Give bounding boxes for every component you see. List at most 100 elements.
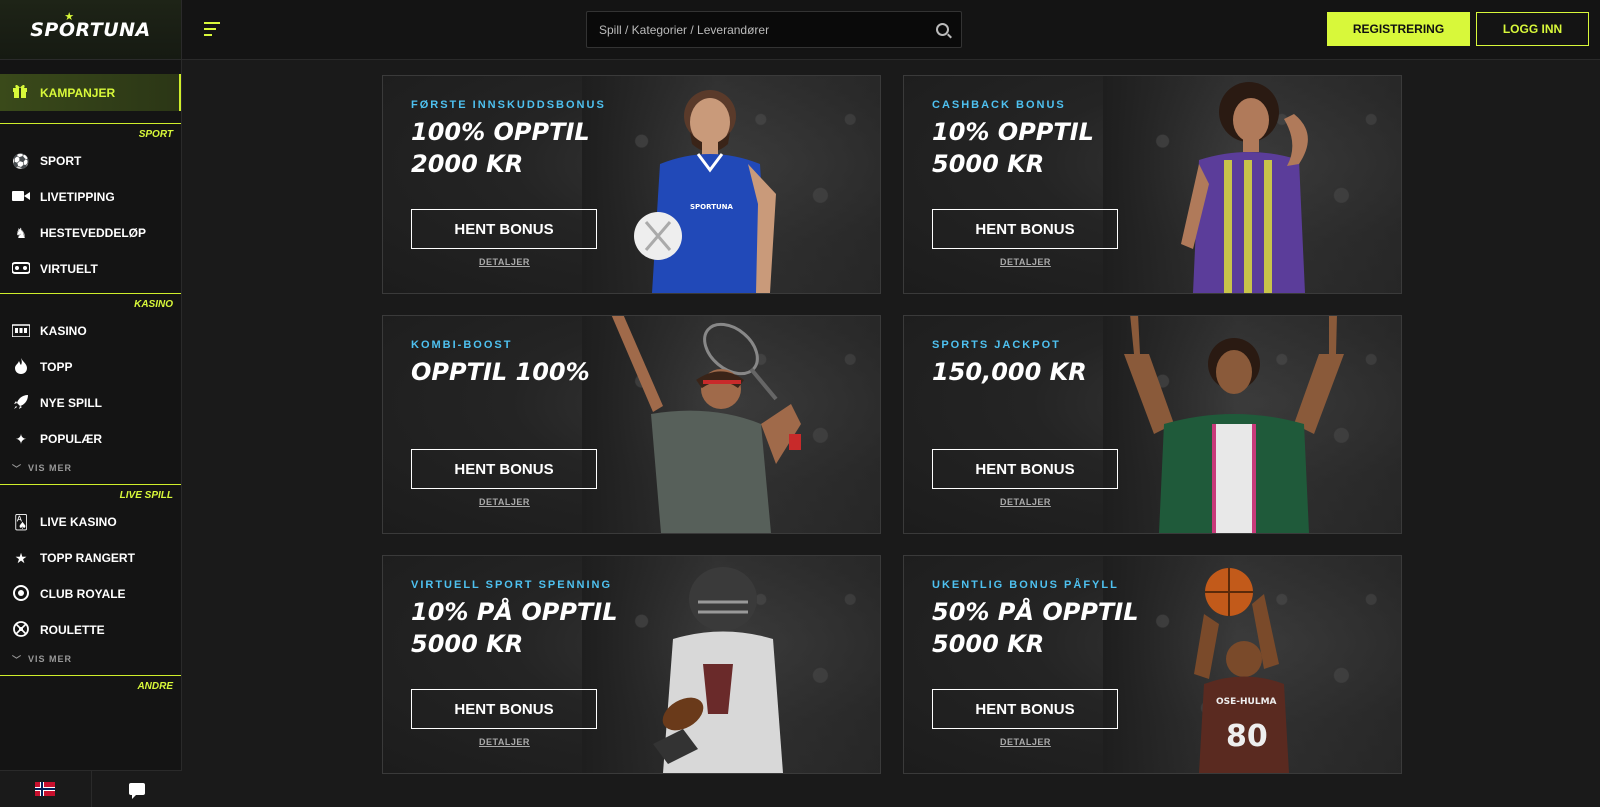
sparkle-icon: ✦ xyxy=(15,430,27,447)
promo-headline: 10% OPPTIL 5000 KR xyxy=(932,118,1094,178)
promo-tag: SPORTS JACKPOT xyxy=(932,339,1061,351)
vis-mer-kasino[interactable]: ﹀ VIS MER xyxy=(0,457,181,479)
sidebar-item-label: LIVE KASINO xyxy=(40,515,117,529)
star-icon: ★ xyxy=(14,549,28,566)
hent-bonus-button[interactable]: HENT BONUS xyxy=(932,689,1118,729)
promo-tag: VIRTUELL SPORT SPENNING xyxy=(411,579,613,591)
sidebar-item-label: HESTEVEDDELØP xyxy=(40,226,147,240)
promo-headline: 100% OPPTIL 2000 KR xyxy=(411,118,590,178)
sidebar: ★ SPORTUNA KAMPANJER SPORT ⚽ SPORT LIVET… xyxy=(0,0,182,807)
register-button[interactable]: REGISTRERING xyxy=(1327,12,1470,46)
sidebar-item-label: TOPP RANGERT xyxy=(40,551,135,565)
roulette-icon xyxy=(12,620,30,640)
sidebar-item-label: KASINO xyxy=(40,324,87,338)
soccer-player-image xyxy=(1181,82,1308,293)
details-link[interactable]: DETALJER xyxy=(479,497,530,507)
promo-tag: CASHBACK BONUS xyxy=(932,99,1066,111)
gift-icon xyxy=(12,83,30,102)
details-link[interactable]: DETALJER xyxy=(479,737,530,747)
section-title-kasino: KASINO xyxy=(0,293,181,313)
horse-icon: ♞ xyxy=(14,224,28,241)
search-input[interactable] xyxy=(599,22,936,37)
language-button[interactable] xyxy=(0,771,92,807)
menu-toggle-icon[interactable] xyxy=(204,22,222,36)
video-camera-icon xyxy=(12,189,30,205)
star-icon: ★ xyxy=(64,9,75,23)
sidebar-item-hesteveddelop[interactable]: ♞ HESTEVEDDELØP xyxy=(0,215,181,251)
promo-tag: UKENTLIG BONUS PÅFYLL xyxy=(932,579,1119,591)
sidebar-item-kampanjer[interactable]: KAMPANJER xyxy=(0,74,181,111)
slot-machine-icon xyxy=(11,323,31,340)
flame-icon xyxy=(12,357,30,377)
sidebar-item-roulette[interactable]: ROULETTE xyxy=(0,612,181,648)
tennis-player-image xyxy=(611,316,801,533)
logo[interactable]: ★ SPORTUNA xyxy=(30,10,151,41)
sidebar-item-label: ROULETTE xyxy=(40,623,105,637)
sidebar-item-topp[interactable]: TOPP xyxy=(0,349,181,385)
promo-card-cashback: CASHBACK BONUS 10% OPPTIL 5000 KR HENT B… xyxy=(903,75,1402,294)
hent-bonus-button[interactable]: HENT BONUS xyxy=(411,209,597,249)
promo-card-kombi-boost: KOMBI-BOOST OPPTIL 100% HENT BONUS DETAL… xyxy=(382,315,881,534)
promo-card-jackpot: SPORTS JACKPOT 150,000 KR HENT BONUS DET… xyxy=(903,315,1402,534)
details-link[interactable]: DETALJER xyxy=(479,257,530,267)
sidebar-item-label: SPORT xyxy=(40,154,82,168)
basketball-player-image: OSE-HULMA 80 xyxy=(1194,568,1289,773)
sidebar-item-label: VIRTUELT xyxy=(40,262,98,276)
rocket-icon xyxy=(12,394,30,413)
logo-text: SPORTUNA xyxy=(30,18,151,41)
sidebar-item-sport[interactable]: ⚽ SPORT xyxy=(0,143,181,179)
section-title-sport: SPORT xyxy=(0,123,181,143)
promo-card-virtual-sport: VIRTUELL SPORT SPENNING 10% PÅ OPPTIL 50… xyxy=(382,555,881,774)
details-link[interactable]: DETALJER xyxy=(1000,737,1051,747)
sidebar-item-label: TOPP xyxy=(40,360,73,374)
sidebar-item-club-royale[interactable]: CLUB ROYALE xyxy=(0,576,181,612)
jersey-name: OSE-HULMA xyxy=(1216,697,1277,707)
sidebar-item-label: KAMPANJER xyxy=(40,85,116,100)
football-player-image: SPORTUNA xyxy=(634,90,776,293)
sidebar-item-label: CLUB ROYALE xyxy=(40,587,126,601)
sidebar-item-populaer[interactable]: ✦ POPULÆR xyxy=(0,421,181,457)
promo-headline: 50% PÅ OPPTIL 5000 KR xyxy=(932,598,1139,658)
sidebar-item-label: POPULÆR xyxy=(40,432,103,446)
sidebar-footer xyxy=(0,770,182,807)
promo-tag: KOMBI-BOOST xyxy=(411,339,513,351)
celebrating-player-image xyxy=(1124,316,1344,533)
sidebar-item-topp-rangert[interactable]: ★ TOPP RANGERT xyxy=(0,540,181,576)
promo-headline: 150,000 KR xyxy=(932,358,1087,386)
search-icon[interactable] xyxy=(936,23,949,36)
sidebar-item-live-kasino[interactable]: 🂡 LIVE KASINO xyxy=(0,504,181,540)
hent-bonus-button[interactable]: HENT BONUS xyxy=(411,449,597,489)
jersey-badge: SPORTUNA xyxy=(690,203,734,211)
chat-button[interactable] xyxy=(91,771,182,807)
norway-flag-icon xyxy=(35,782,56,796)
sidebar-item-kasino[interactable]: KASINO xyxy=(0,313,181,349)
vr-headset-icon xyxy=(11,261,31,277)
sidebar-item-label: LIVETIPPING xyxy=(40,190,115,204)
search-bar[interactable] xyxy=(586,11,962,48)
sidebar-item-livetipping[interactable]: LIVETIPPING xyxy=(0,179,181,215)
sidebar-item-label: NYE SPILL xyxy=(40,396,103,410)
chevron-down-icon: ﹀ xyxy=(12,654,23,665)
hent-bonus-button[interactable]: HENT BONUS xyxy=(932,449,1118,489)
logo-container[interactable]: ★ SPORTUNA xyxy=(0,0,181,60)
login-button[interactable]: LOGG INN xyxy=(1476,12,1589,46)
chevron-down-icon: ﹀ xyxy=(12,463,23,474)
vis-mer-label: VIS MER xyxy=(28,654,73,664)
details-link[interactable]: DETALJER xyxy=(1000,497,1051,507)
chip-icon xyxy=(12,584,30,604)
top-header: REGISTRERING LOGG INN xyxy=(182,0,1600,60)
sidebar-item-nye-spill[interactable]: NYE SPILL xyxy=(0,385,181,421)
hent-bonus-button[interactable]: HENT BONUS xyxy=(932,209,1118,249)
american-football-player-image xyxy=(653,567,783,773)
soccer-ball-icon: ⚽ xyxy=(12,152,30,169)
sidebar-item-virtuelt[interactable]: VIRTUELT xyxy=(0,251,181,287)
details-link[interactable]: DETALJER xyxy=(1000,257,1051,267)
promo-card-weekly-reload: OSE-HULMA 80 UKENTLIG BONUS PÅFYLL 50% P… xyxy=(903,555,1402,774)
jersey-number: 80 xyxy=(1226,719,1268,754)
promo-card-welcome: SPORTUNA FØRSTE INNSKUDDSBONUS 100% OPPT… xyxy=(382,75,881,294)
promo-tag: FØRSTE INNSKUDDSBONUS xyxy=(411,99,606,111)
vis-mer-live-spill[interactable]: ﹀ VIS MER xyxy=(0,648,181,670)
section-title-live-spill: LIVE SPILL xyxy=(0,484,181,504)
hent-bonus-button[interactable]: HENT BONUS xyxy=(411,689,597,729)
promo-headline: OPPTIL 100% xyxy=(411,358,590,386)
